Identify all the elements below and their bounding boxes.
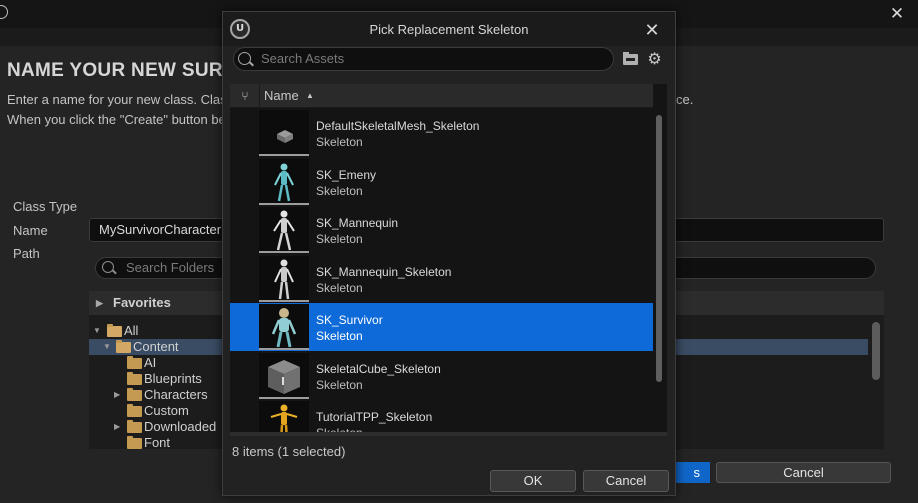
ok-button[interactable]: OK: [490, 470, 576, 492]
search-icon: [102, 261, 114, 273]
sort-ascending-icon: ▲: [306, 91, 314, 100]
asset-name: SK_Mannequin_Skeleton: [316, 265, 452, 279]
description-line-1-tail: ce.: [676, 92, 694, 107]
list-header: ⑂ Name ▲: [230, 84, 653, 108]
asset-thumbnail: [259, 256, 309, 302]
folder-icon: [116, 340, 131, 353]
name-label: Name: [13, 223, 48, 238]
asset-name: SkeletalCube_Skeleton: [316, 362, 441, 376]
branch-icon: ⑂: [241, 89, 249, 103]
dialog-title: Pick Replacement Skeleton: [369, 22, 529, 37]
cube-thumbnail-icon: [268, 360, 300, 394]
tree-item-label: Content: [133, 339, 179, 354]
character-thumbnail-icon: [271, 308, 297, 348]
folder-icon: [127, 436, 142, 449]
asset-row[interactable]: SK_Mannequin Skeleton: [230, 206, 653, 254]
asset-row-selected[interactable]: SK_Survivor Skeleton: [230, 303, 653, 351]
create-class-button[interactable]: s: [670, 462, 710, 483]
asset-list-scrollbar[interactable]: [656, 115, 662, 382]
folder-icon: [127, 372, 142, 385]
character-thumbnail-icon: [274, 163, 294, 202]
path-label: Path: [13, 246, 40, 261]
item-count-status: 8 items (1 selected): [232, 444, 346, 459]
asset-row[interactable]: SkeletalCube_Skeleton Skeleton: [230, 352, 653, 400]
name-column-header[interactable]: Name: [264, 84, 299, 108]
tree-item-label: Blueprints: [144, 371, 202, 386]
tree-item-label: AI: [144, 355, 157, 370]
character-thumbnail-icon: [270, 404, 298, 432]
thumbnail-type-bar: [259, 251, 309, 253]
asset-type: Skeleton: [316, 135, 363, 149]
asset-row[interactable]: TutorialTPP_Skeleton Skeleton: [230, 400, 653, 432]
asset-list-horizontal-scrollbar[interactable]: [230, 432, 667, 436]
chevron-down-icon: ▼: [103, 342, 111, 351]
thumbnail-type-bar: [259, 397, 309, 399]
close-icon[interactable]: ✕: [641, 19, 663, 41]
asset-thumbnail: [259, 207, 309, 253]
asset-thumbnail: [259, 401, 309, 432]
description-line-2: When you click the "Create" button be: [7, 112, 226, 127]
tree-item-label: Downloaded: [144, 419, 217, 434]
character-thumbnail-icon: [274, 259, 294, 300]
asset-thumbnail: [259, 159, 309, 205]
asset-row[interactable]: DefaultSkeletalMesh_Skeleton Skeleton: [230, 109, 653, 157]
asset-type: Skeleton: [316, 184, 363, 198]
tree-item-label: Font: [144, 435, 171, 450]
asset-thumbnail: [259, 304, 309, 350]
chevron-right-icon: ▶: [114, 390, 121, 399]
search-icon: [238, 52, 251, 65]
description-line-1: Enter a name for your new class. Clas: [7, 92, 227, 107]
asset-thumbnail: [259, 353, 309, 399]
cube-thumbnail-icon: [277, 130, 293, 143]
asset-type: Skeleton: [316, 378, 363, 392]
class-type-label: Class Type: [13, 199, 78, 214]
pick-skeleton-dialog: U Pick Replacement Skeleton ✕ Search Ass…: [222, 11, 676, 496]
close-icon[interactable]: ✕: [886, 3, 908, 25]
asset-name: TutorialTPP_Skeleton: [316, 410, 433, 424]
tree-item-label: All: [124, 323, 139, 338]
asset-row[interactable]: SK_Mannequin_Skeleton Skeleton: [230, 255, 653, 303]
folder-icon: [127, 420, 142, 433]
cancel-class-button[interactable]: Cancel: [716, 462, 891, 483]
tree-item-label: Custom: [144, 403, 189, 418]
asset-name: SK_Emeny: [316, 168, 377, 182]
chevron-down-icon: ▼: [93, 326, 101, 335]
gear-icon[interactable]: ⚙: [646, 50, 663, 67]
branch-column-header[interactable]: ⑂: [230, 84, 260, 108]
asset-name: SK_Mannequin: [316, 216, 399, 230]
asset-thumbnail: [259, 110, 309, 156]
thumbnail-type-bar: [259, 348, 309, 350]
asset-type: Skeleton: [316, 232, 363, 246]
asset-rows: DefaultSkeletalMesh_Skeleton Skeleton SK…: [230, 109, 653, 432]
tree-item-label: Characters: [144, 387, 208, 402]
folder-icon: [127, 356, 142, 369]
asset-name: DefaultSkeletalMesh_Skeleton: [316, 119, 480, 133]
chevron-right-icon: ▶: [114, 422, 121, 431]
asset-type: Skeleton: [316, 281, 363, 295]
thumbnail-type-bar: [259, 203, 309, 205]
asset-name: SK_Survivor: [316, 313, 383, 327]
folder-icon: [107, 324, 122, 337]
folder-icon: [127, 404, 142, 417]
thumbnail-type-bar: [259, 154, 309, 156]
asset-type: Skeleton: [316, 329, 363, 343]
folder-tree-scrollbar[interactable]: [872, 322, 880, 380]
cancel-button[interactable]: Cancel: [583, 470, 669, 492]
asset-row[interactable]: SK_Emeny Skeleton: [230, 158, 653, 206]
folder-icon[interactable]: [623, 52, 638, 65]
asset-search-input[interactable]: Search Assets: [233, 47, 614, 71]
folder-icon: [127, 388, 142, 401]
thumbnail-type-bar: [259, 300, 309, 302]
character-thumbnail-icon: [273, 210, 295, 251]
